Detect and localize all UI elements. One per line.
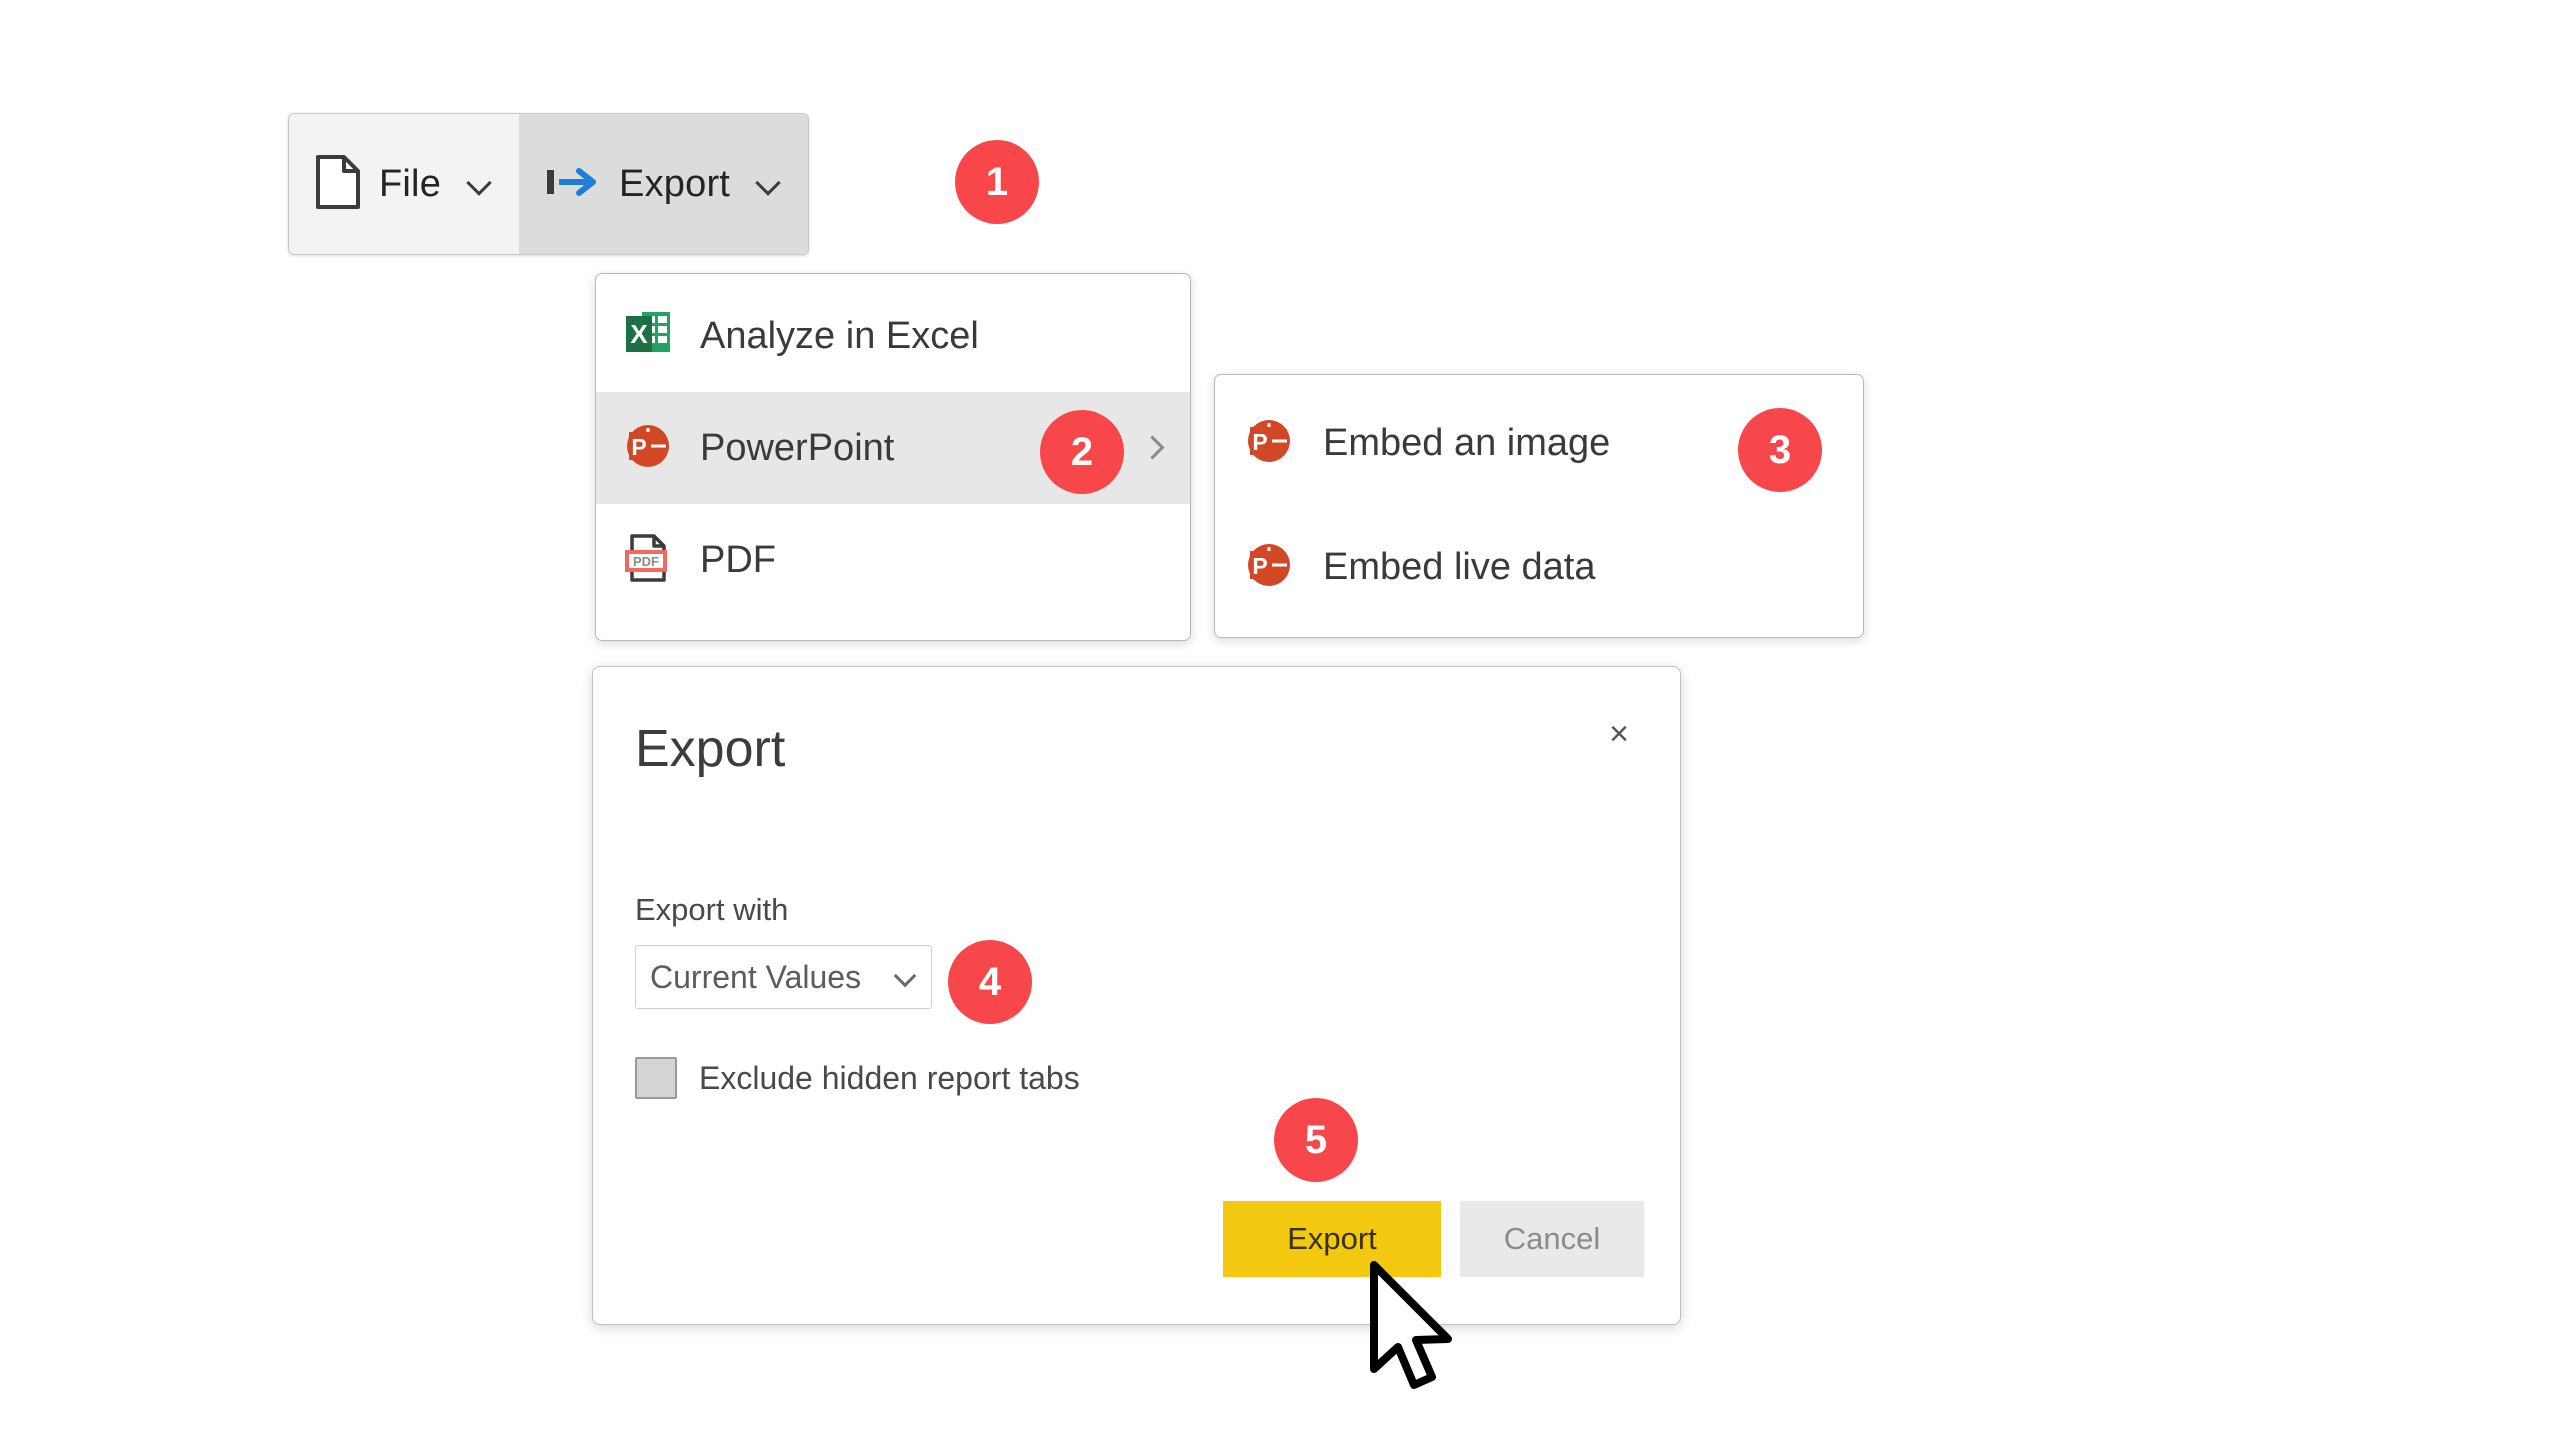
chevron-down-icon (467, 171, 493, 197)
callout-badge-5: 5 (1274, 1098, 1358, 1182)
dialog-title: Export (635, 720, 786, 778)
menu-item-label: PDF (700, 538, 776, 581)
exclude-hidden-report-tabs-label: Exclude hidden report tabs (699, 1059, 1080, 1096)
menu-item-label: PowerPoint (700, 426, 895, 469)
toolbar-export-button[interactable]: Export (519, 114, 809, 254)
callout-badge-1: 1 (955, 140, 1039, 224)
callout-badge-2: 2 (1040, 410, 1124, 494)
menu-item-pdf[interactable]: PDF PDF (596, 504, 1190, 616)
svg-text:PDF: PDF (633, 554, 659, 569)
document-icon (315, 154, 361, 215)
svg-text:P: P (1252, 429, 1267, 455)
powerpoint-icon: P (624, 422, 672, 475)
menu-item-label: Embed live data (1323, 545, 1596, 588)
svg-text:P: P (1252, 553, 1267, 579)
chevron-down-icon (895, 966, 917, 988)
chevron-down-icon (756, 171, 782, 197)
svg-text:P: P (631, 434, 646, 460)
pdf-icon: PDF (624, 533, 672, 588)
close-icon[interactable]: × (1596, 711, 1642, 757)
export-with-label: Export with (635, 892, 789, 927)
powerpoint-icon: P (1245, 417, 1293, 470)
exclude-hidden-report-tabs-row[interactable]: Exclude hidden report tabs (635, 1057, 1080, 1099)
dialog-export-button[interactable]: Export (1223, 1201, 1441, 1277)
svg-text:X: X (630, 319, 648, 349)
export-dialog: Export × Export with Current Values Excl… (592, 666, 1681, 1325)
powerpoint-icon: P (1245, 541, 1293, 594)
exclude-hidden-report-tabs-checkbox[interactable] (635, 1057, 677, 1099)
menu-item-embed-live-data[interactable]: P Embed live data (1215, 505, 1863, 629)
menu-item-label: Analyze in Excel (700, 314, 979, 357)
menu-item-label: Embed an image (1323, 421, 1611, 464)
excel-icon: X (624, 310, 672, 363)
toolbar-file-label: File (379, 162, 442, 205)
dialog-cancel-button[interactable]: Cancel (1460, 1201, 1644, 1277)
export-with-select[interactable]: Current Values (635, 945, 932, 1009)
callout-badge-3: 3 (1738, 408, 1822, 492)
toolbar: File Export (288, 113, 810, 255)
chevron-right-icon (1142, 437, 1164, 459)
export-with-value: Current Values (650, 958, 862, 995)
callout-badge-4: 4 (948, 940, 1032, 1024)
export-arrow-icon (545, 162, 601, 207)
toolbar-export-label: Export (619, 162, 731, 205)
menu-item-analyze-in-excel[interactable]: X Analyze in Excel (596, 280, 1190, 392)
toolbar-file-button[interactable]: File (289, 114, 520, 254)
